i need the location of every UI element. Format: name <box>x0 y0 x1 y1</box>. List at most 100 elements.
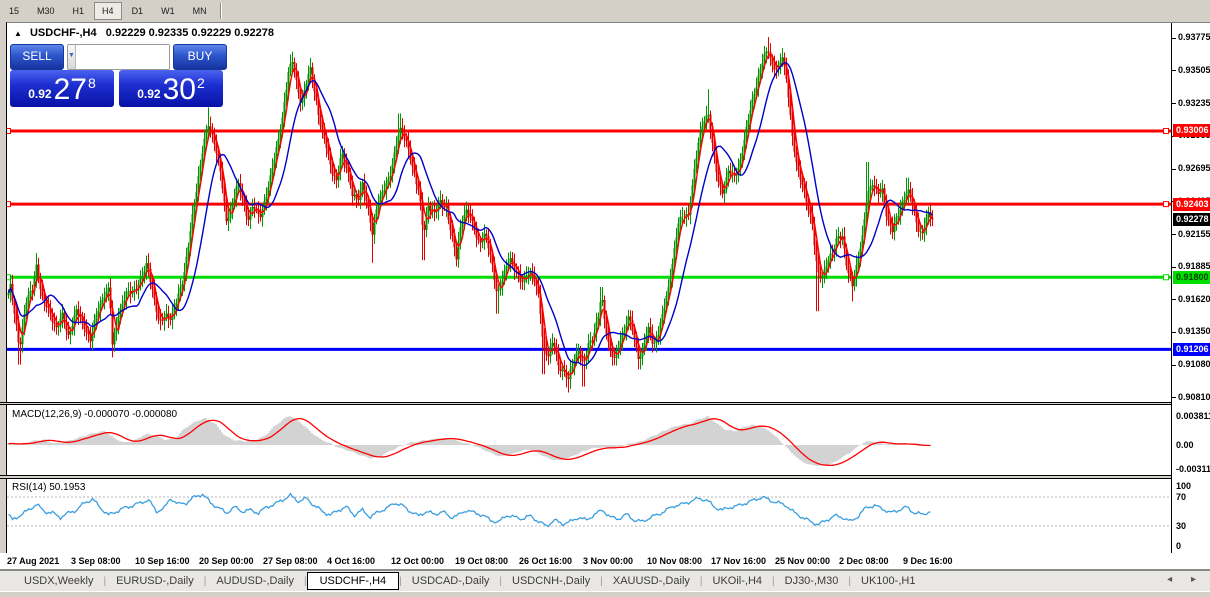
macd-indicator-label: MACD(12,26,9) -0.000070 -0.000080 <box>12 409 178 420</box>
sell-price-display[interactable]: 0.92 27 8 <box>10 70 114 107</box>
rsi-axis-label: 100 <box>1176 481 1192 491</box>
line-handle[interactable] <box>7 274 11 281</box>
axis-tick <box>1172 70 1176 72</box>
chart-collapse-icon[interactable]: ▲ <box>14 29 22 38</box>
rsi-axis-label: 70 <box>1176 492 1187 502</box>
price-tick-label: 0.92155 <box>1178 228 1210 239</box>
line-handle[interactable] <box>1163 274 1169 281</box>
current-price-badge: 0.92278 <box>1173 212 1210 226</box>
macd-axis-label: 0.003811 <box>1176 410 1210 421</box>
window-bottom-frame <box>0 591 1210 597</box>
axis-tick <box>1172 266 1176 268</box>
time-axis-label: 19 Oct 08:00 <box>455 556 509 566</box>
price-tick-label: 0.91620 <box>1178 293 1210 304</box>
axis-tick <box>1172 168 1176 170</box>
axis-tick <box>1172 364 1176 366</box>
price-tick-label: 0.93505 <box>1178 64 1210 75</box>
time-axis-label: 20 Sep 00:00 <box>199 556 254 566</box>
timeframe-button-h4[interactable]: H4 <box>94 2 122 20</box>
axis-tick <box>1172 103 1176 105</box>
buy-price-display[interactable]: 0.92 30 2 <box>119 70 223 107</box>
time-axis-label: 10 Sep 16:00 <box>135 556 190 566</box>
axis-tick <box>1172 331 1176 333</box>
time-axis-label: 25 Nov 00:00 <box>775 556 831 566</box>
level-price-badge-0.91800: 0.91800 <box>1173 270 1210 284</box>
chart-tab-ukoil-h4[interactable]: UKOil-,H4 <box>703 573 773 589</box>
rsi-indicator-chart[interactable] <box>7 479 1171 553</box>
timeframe-button-mn[interactable]: MN <box>185 2 215 20</box>
rsi-axis-label: 30 <box>1176 521 1187 531</box>
time-axis-label: 17 Nov 16:00 <box>711 556 767 566</box>
tab-scroll-right-icon[interactable]: ▸ <box>1191 574 1204 585</box>
sell-button[interactable]: SELL <box>10 44 64 70</box>
price-tick-label: 0.93775 <box>1178 32 1210 43</box>
sell-price-prefix: 0.92 <box>28 87 52 101</box>
time-axis-label: 10 Nov 08:00 <box>647 556 703 566</box>
level-price-badge-0.92403: 0.92403 <box>1173 197 1210 211</box>
price-tick-label: 0.92695 <box>1178 163 1210 174</box>
time-axis-label: 3 Nov 00:00 <box>583 556 634 566</box>
time-axis-label: 2 Dec 08:00 <box>839 556 889 566</box>
line-handle[interactable] <box>1163 201 1169 208</box>
buy-price-pips: 30 <box>162 73 196 106</box>
time-axis-label: 9 Dec 16:00 <box>903 556 953 566</box>
axis-tick <box>1172 234 1176 236</box>
timeframe-button-15[interactable]: 15 <box>1 2 27 20</box>
time-axis-label: 26 Oct 16:00 <box>519 556 573 566</box>
chart-tab-xauusd-daily[interactable]: XAUUSD-,Daily <box>603 573 700 589</box>
time-axis-label: 27 Aug 2021 <box>7 556 60 566</box>
time-axis-label: 4 Oct 16:00 <box>327 556 376 566</box>
macd-axis-label: 0.00 <box>1176 440 1194 450</box>
price-tick-label: 0.93235 <box>1178 97 1210 108</box>
timeframe-toolbar: 15 M30 H1 H4 D1 W1 MN <box>0 0 1210 23</box>
price-tick-label: 0.91080 <box>1178 359 1210 370</box>
timeframe-button-d1[interactable]: D1 <box>124 2 152 20</box>
level-price-badge-0.91206: 0.91206 <box>1173 342 1210 356</box>
rsi-line <box>8 492 931 528</box>
buy-button[interactable]: BUY <box>173 44 227 70</box>
axis-tick <box>1172 397 1176 399</box>
axis-tick <box>1172 37 1176 39</box>
tab-scroll-left-icon[interactable]: ◂ <box>1167 574 1180 585</box>
tab-scroll-arrows: ◂ ▸ <box>1167 574 1204 585</box>
level-price-badge-0.93006: 0.93006 <box>1173 124 1210 138</box>
time-axis-label: 12 Oct 00:00 <box>391 556 445 566</box>
time-axis[interactable]: 27 Aug 2021 3 Sep 08:00 10 Sep 16:00 20 Sep… <box>0 553 1210 569</box>
chart-title: ▲ USDCHF-,H4 0.92229 0.92335 0.92229 0.9… <box>14 27 274 39</box>
timeframe-button-m30[interactable]: M30 <box>29 2 63 20</box>
toolbar-separator <box>219 3 222 19</box>
trading-terminal-window: 15 M30 H1 H4 D1 W1 MN ▲ USDCHF-,H4 0.92229 0.9… <box>0 0 1210 597</box>
timeframe-button-h1[interactable]: H1 <box>65 2 93 20</box>
macd-indicator-chart[interactable] <box>7 405 1171 475</box>
volume-decrease-icon[interactable]: ▼ <box>68 45 76 69</box>
chart-tab-usdchf-h4[interactable]: USDCHF-,H4 <box>306 571 400 590</box>
sell-price-pips: 27 <box>53 73 87 106</box>
price-tick-label: 0.90810 <box>1178 391 1210 402</box>
line-handle[interactable] <box>7 201 11 208</box>
macd-axis-label: -0.00311 <box>1176 463 1210 474</box>
axis-tick <box>1172 299 1176 301</box>
chart-ohlc-values: 0.92229 0.92335 0.92229 0.92278 <box>105 27 275 39</box>
buy-price-point: 2 <box>196 75 205 91</box>
volume-stepper: ▼ ▲ <box>67 44 170 70</box>
price-tick-label: 0.91350 <box>1178 326 1210 337</box>
rsi-indicator-label: RSI(14) 50.1953 <box>12 482 86 493</box>
rsi-axis-label: 0 <box>1176 541 1182 551</box>
sell-price-point: 8 <box>87 75 96 91</box>
line-handle[interactable] <box>1163 127 1169 134</box>
chart-tab-usdx-weekly[interactable]: USDX,Weekly <box>14 573 103 589</box>
line-handle[interactable] <box>7 127 11 134</box>
time-axis-label: 3 Sep 08:00 <box>71 556 121 566</box>
chart-tab-usdcad-daily[interactable]: USDCAD-,Daily <box>402 573 500 589</box>
one-click-trading-panel: SELL ▼ ▲ BUY 0.92 27 8 0.92 30 2 <box>10 44 227 107</box>
buy-price-prefix: 0.92 <box>137 87 161 101</box>
chart-tab-eurusd-daily[interactable]: EURUSD-,Daily <box>106 573 204 589</box>
macd-signal-line <box>8 417 931 467</box>
chart-tab-uk100-h1[interactable]: UK100-,H1 <box>851 573 925 589</box>
volume-input[interactable] <box>75 45 169 69</box>
chart-tab-audusd-daily[interactable]: AUDUSD-,Daily <box>206 573 304 589</box>
chart-tab-usdcnh-daily[interactable]: USDCNH-,Daily <box>502 573 600 589</box>
timeframe-button-w1[interactable]: W1 <box>153 2 183 20</box>
chart-symbol-period: USDCHF-,H4 <box>29 27 97 39</box>
chart-tab-dj30-m30[interactable]: DJ30-,M30 <box>775 573 849 589</box>
